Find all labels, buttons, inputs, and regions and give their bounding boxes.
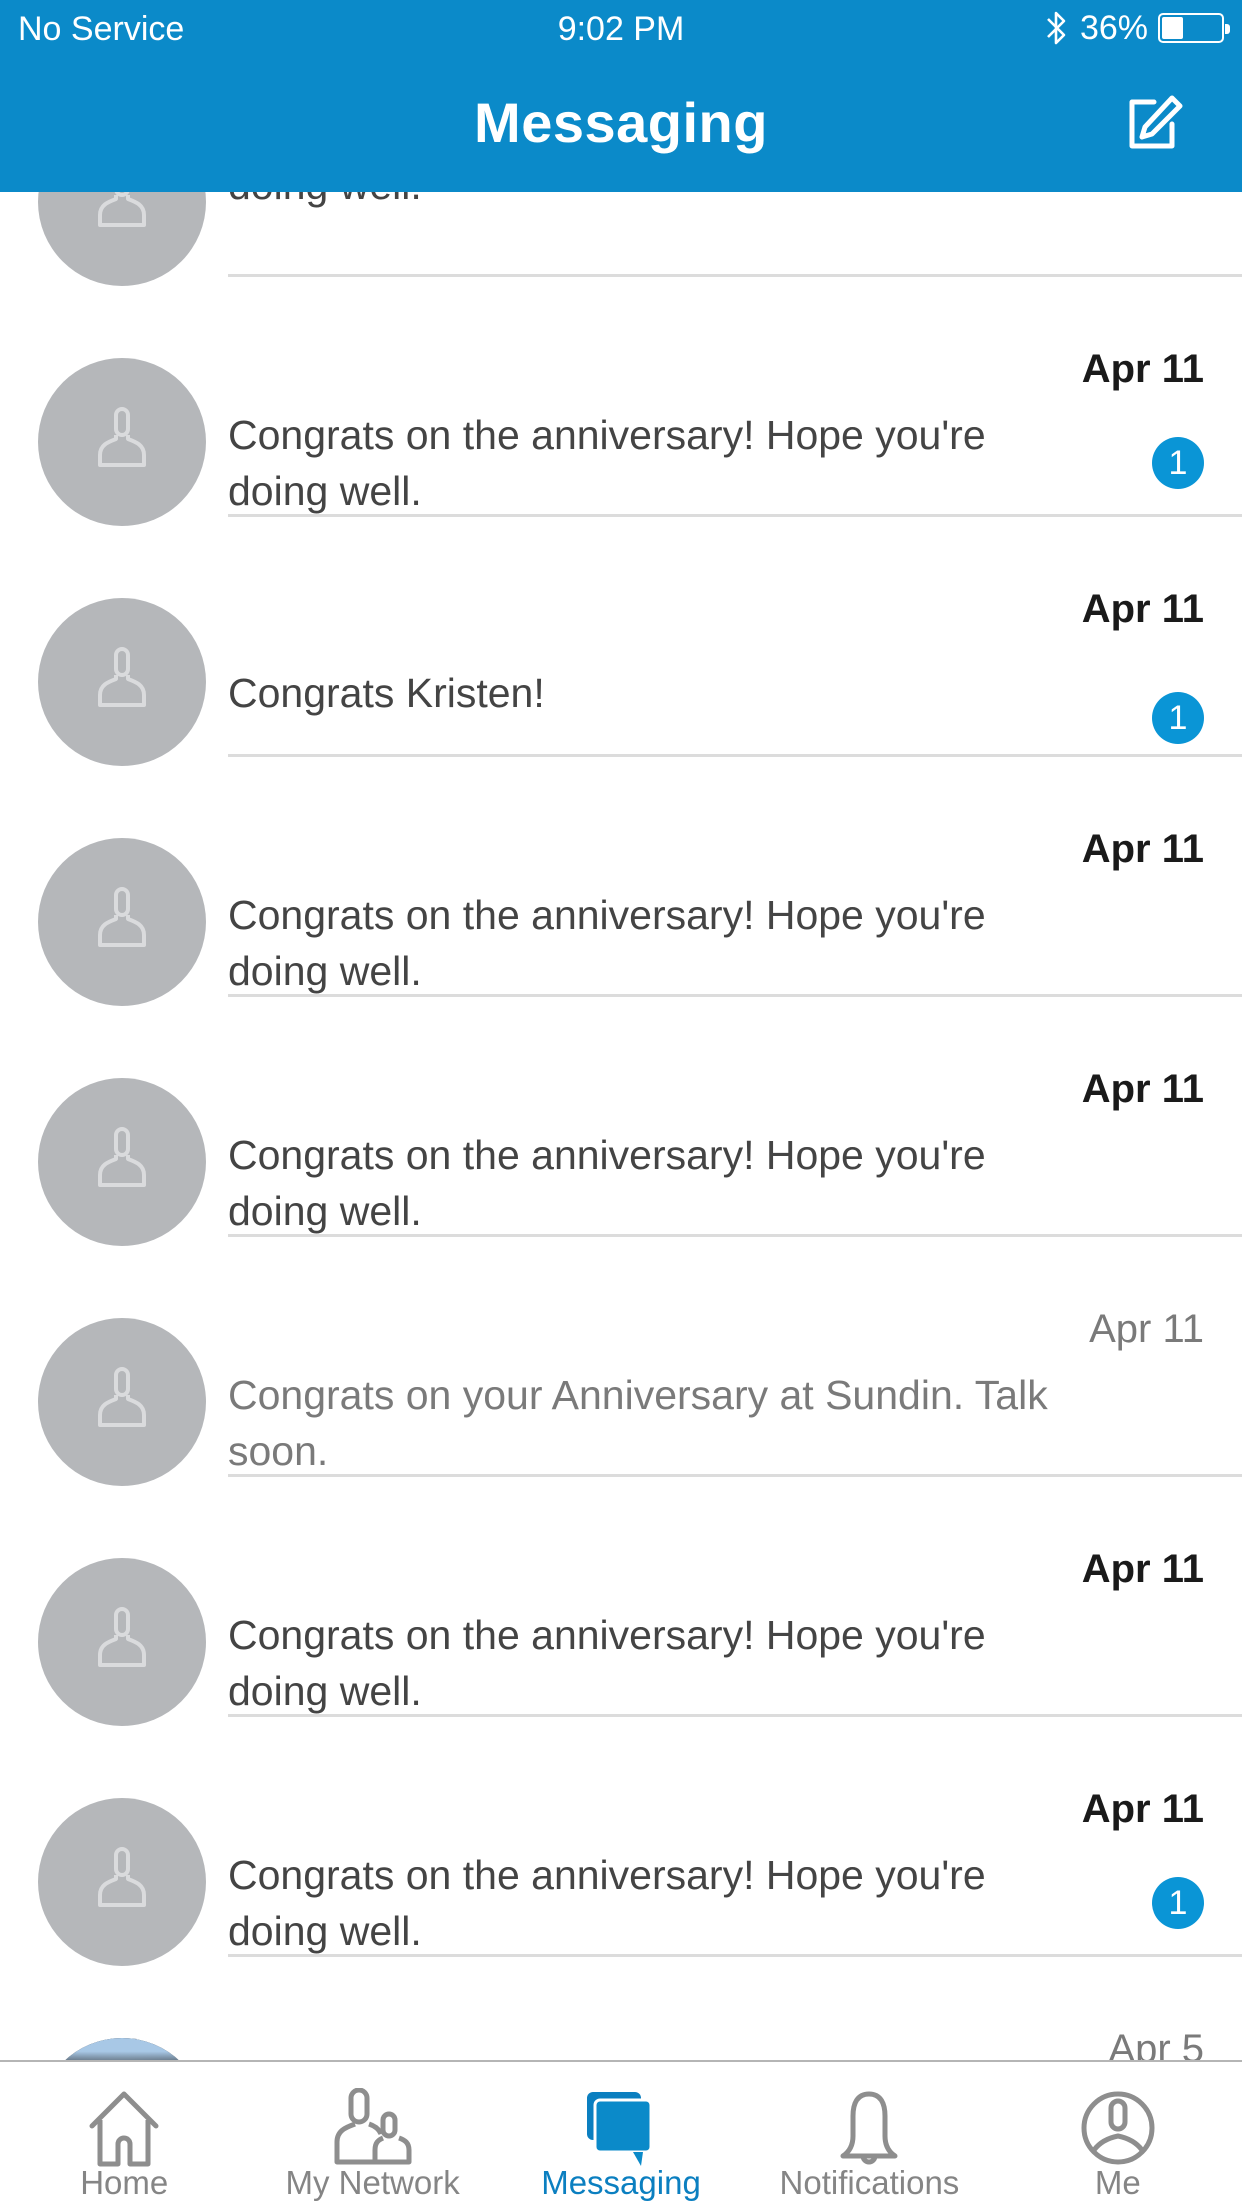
conversation-date: Apr 11 (1081, 347, 1204, 391)
status-bar: No Service 9:02 PM 36% (0, 0, 1242, 60)
avatar[interactable] (38, 1798, 206, 1966)
avatar[interactable] (38, 598, 206, 766)
message-snippet: Congrats on the anniversary! Hope you're… (228, 1852, 986, 1954)
tab-label: Notifications (779, 2164, 960, 2201)
battery-icon (1158, 13, 1230, 43)
message-snippet: Congrats on the anniversary! Hope you're… (228, 892, 986, 994)
tab-label: Me (1094, 2164, 1141, 2201)
message-snippet: Congrats on the anniversary! Hope you're… (228, 412, 986, 514)
my-network-icon (334, 2088, 412, 2165)
conversation-row[interactable]: Apr 11 Congrats on the anniversary! Hope… (0, 1717, 1242, 1966)
conversation-date: Apr 11 (1081, 1787, 1204, 1831)
app-header: No Service 9:02 PM 36% Messaging (0, 0, 1242, 192)
tab-messaging[interactable]: Messaging (497, 2062, 745, 2208)
conversation-row[interactable]: Apr 11 Congrats on the anniversary! Hope… (0, 1477, 1242, 1726)
tab-label: My Network (285, 2164, 460, 2201)
avatar[interactable] (38, 1318, 206, 1486)
battery-percent: 36% (1079, 8, 1148, 47)
tab-me[interactable]: Me (994, 2062, 1242, 2208)
profile-icon (1081, 2091, 1155, 2165)
avatar[interactable] (38, 1558, 206, 1726)
unread-badge: 1 (1152, 1877, 1204, 1929)
conversation-row[interactable]: Apr 11 Congrats on the anniversary! Hope… (0, 997, 1242, 1246)
default-avatar-icon (98, 1367, 146, 1427)
conversation-row[interactable]: Apr 11 Congrats on the anniversary! Hope… (0, 277, 1242, 526)
default-avatar-icon (98, 647, 146, 707)
tab-home[interactable]: Home (0, 2062, 248, 2208)
unread-badge: 1 (1152, 437, 1204, 489)
conversation-date: Apr 11 (1081, 587, 1204, 631)
default-avatar-icon (98, 1847, 146, 1907)
message-snippet: Congrats on your Anniversary at Sundin. … (228, 1372, 1048, 1474)
conversation-date: Apr 11 (1089, 1307, 1204, 1351)
bell-icon (840, 2091, 898, 2165)
message-snippet: Congrats Kristen! (228, 670, 545, 716)
message-snippet: Congrats on the anniversary! Hope you're… (228, 1612, 986, 1714)
default-avatar-icon (98, 407, 146, 467)
compose-button[interactable] (1124, 94, 1184, 154)
battery-level (1162, 17, 1183, 39)
page-title: Messaging (474, 91, 768, 154)
messaging-icon (587, 2092, 653, 2166)
tab-bar: Home My Network Messaging Notifications (0, 2060, 1242, 2208)
conversation-date: Apr 11 (1081, 1547, 1204, 1591)
message-snippet: Congrats on the anniversary! Hope you're… (228, 1132, 986, 1234)
default-avatar-icon (98, 1127, 146, 1187)
home-icon (89, 2091, 159, 2167)
conversation-row[interactable]: Apr 11 Congrats on the anniversary! Hope… (0, 757, 1242, 1006)
conversation-date: Apr 11 (1081, 827, 1204, 871)
avatar[interactable] (38, 1078, 206, 1246)
battery-tip (1225, 24, 1230, 34)
unread-badge: 1 (1152, 692, 1204, 744)
tab-my-network[interactable]: My Network (248, 2062, 496, 2208)
compose-icon (1129, 95, 1183, 149)
default-avatar-icon (98, 1607, 146, 1667)
status-right: 36% (1044, 8, 1230, 48)
bluetooth-icon (1047, 11, 1066, 45)
tab-label: Home (80, 2164, 169, 2201)
default-avatar-icon (98, 887, 146, 947)
tab-label: Messaging (541, 2164, 701, 2201)
avatar[interactable] (38, 838, 206, 1006)
conversation-date: Apr 11 (1081, 1067, 1204, 1111)
tab-notifications[interactable]: Notifications (745, 2062, 993, 2208)
conversation-row[interactable]: Apr 11 Congrats Kristen! 1 (0, 517, 1242, 766)
conversation-list[interactable]: doing well. 1 Apr 11 Congrats on the ann… (0, 37, 1242, 2206)
avatar[interactable] (38, 358, 206, 526)
conversation-row[interactable]: Apr 11 Congrats on your Anniversary at S… (0, 1237, 1242, 1486)
